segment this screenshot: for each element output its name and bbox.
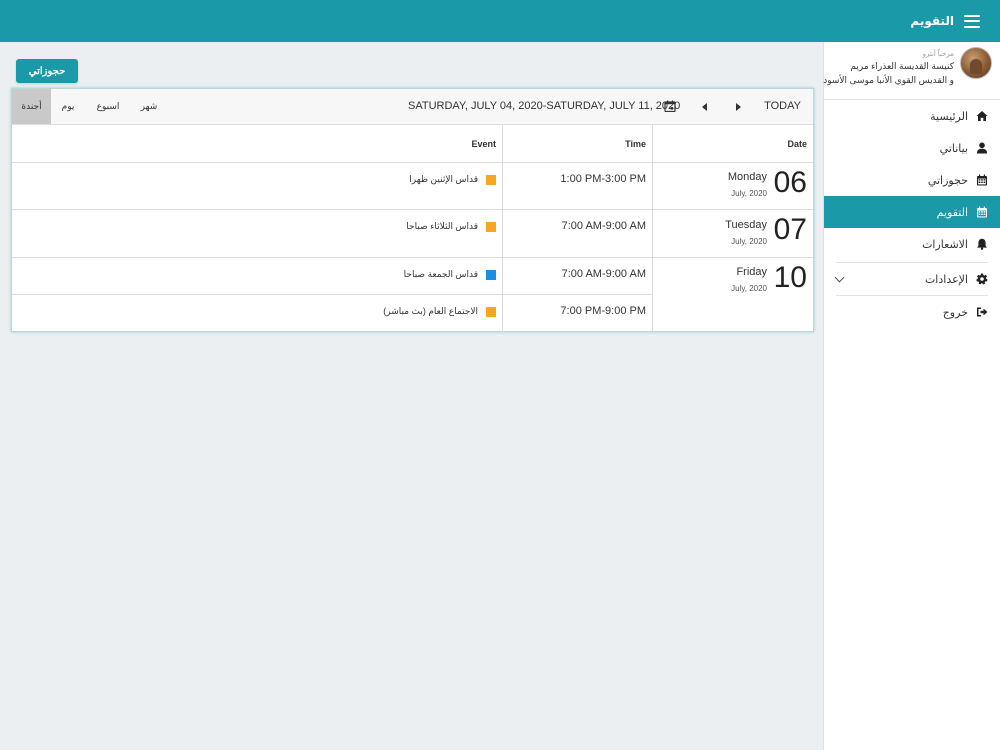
calendar-icon — [977, 174, 987, 186]
row-divider — [12, 257, 813, 258]
hamburger-menu-icon[interactable] — [964, 14, 980, 28]
date-range-label: SATURDAY, JULY 04, 2020-SATURDAY, JULY 1… — [408, 100, 681, 112]
sidebar-item-home[interactable]: الرئيسية — [824, 100, 1000, 132]
calendar-picker-icon[interactable] — [664, 100, 676, 112]
day-month: July, 2020 — [731, 189, 767, 198]
my-reservations-button[interactable]: حجوزاتي — [16, 59, 78, 83]
calendar-toolbar: أجندة يوم اسبوع شهر SATURDAY, JULY 04, 2… — [12, 89, 813, 125]
calendar-panel: أجندة يوم اسبوع شهر SATURDAY, JULY 04, 2… — [11, 88, 814, 332]
event-time: 1:00 PM-3:00 PM — [560, 173, 646, 185]
page-title: التقويم — [910, 14, 954, 28]
event-title[interactable]: قداس الإثنين ظهرا — [409, 174, 478, 185]
event-color-swatch — [486, 270, 496, 280]
day-month: July, 2020 — [731, 284, 767, 293]
welcome-text: مرحباً أنترو — [922, 51, 954, 58]
date-column-header: Date — [787, 138, 807, 149]
sidebar-item-label: الإعدادات — [924, 273, 968, 286]
event-color-swatch — [486, 175, 496, 185]
view-month-button[interactable]: شهر — [137, 89, 161, 124]
profile-card: مرحباً أنترو كنيسة القديسة العذراء مريم … — [823, 42, 1000, 100]
today-button[interactable]: TODAY — [764, 100, 801, 112]
view-agenda-button[interactable]: أجندة — [12, 89, 51, 124]
event-time: 7:00 PM-9:00 PM — [560, 305, 646, 317]
day-name: Monday — [727, 171, 767, 183]
bell-icon — [977, 238, 987, 250]
event-title[interactable]: قداس الثلاثاء صباحا — [406, 221, 478, 232]
previous-arrow-icon[interactable] — [702, 103, 707, 111]
avatar — [960, 47, 992, 79]
top-app-bar: التقويم — [0, 0, 1000, 42]
church-name-line2: و القديس القوي الأنبا موسى الأسود — [823, 75, 954, 85]
day-month: July, 2020 — [731, 237, 767, 246]
sidebar-item-profile[interactable]: بياناتي — [824, 132, 1000, 164]
event-color-swatch — [486, 307, 496, 317]
event-title[interactable]: الاجتماع العام (بث مباشر) — [383, 306, 478, 317]
app-title-wrap: التقويم — [910, 0, 980, 42]
event-time: 7:00 AM-9:00 AM — [561, 268, 646, 280]
day-number: 07 — [773, 213, 807, 246]
sidebar-item-label: حجوزاتي — [927, 174, 968, 187]
next-arrow-icon[interactable] — [736, 103, 741, 111]
day-name: Tuesday — [725, 219, 767, 231]
sidebar-nav: الرئيسية بياناتي حجوزاتي التقويم الاشعار… — [824, 100, 1000, 328]
row-divider — [12, 294, 652, 295]
event-color-swatch — [486, 222, 496, 232]
day-number: 10 — [773, 261, 807, 294]
sidebar-item-notifications[interactable]: الاشعارات — [824, 228, 1000, 260]
sign-out-icon — [977, 307, 988, 317]
sidebar-item-my-reservations[interactable]: حجوزاتي — [824, 164, 1000, 196]
row-divider — [12, 209, 813, 210]
day-number: 06 — [773, 166, 807, 199]
calendar-icon — [977, 206, 987, 218]
sidebar-item-label: بياناتي — [939, 142, 968, 155]
row-divider — [12, 162, 813, 163]
column-divider — [502, 125, 503, 332]
chevron-down-icon — [834, 272, 845, 283]
sidebar-item-label: الرئيسية — [930, 110, 968, 123]
time-column-header: Time — [625, 138, 646, 149]
view-week-button[interactable]: اسبوع — [92, 89, 124, 124]
event-title[interactable]: قداس الجمعة صباحا — [404, 269, 478, 280]
sidebar-item-label: التقويم — [936, 206, 968, 219]
home-icon — [976, 111, 988, 121]
view-day-button[interactable]: يوم — [56, 89, 80, 124]
column-divider — [652, 125, 653, 332]
event-column-header: Event — [471, 138, 496, 149]
church-name-line1: كنيسة القديسة العذراء مريم — [850, 61, 954, 71]
sidebar-item-label: خروج — [942, 306, 968, 319]
sidebar: مرحباً أنترو كنيسة القديسة العذراء مريم … — [823, 42, 1000, 750]
sidebar-item-logout[interactable]: خروج — [824, 296, 1000, 328]
event-time: 7:00 AM-9:00 AM — [561, 220, 646, 232]
sidebar-item-settings[interactable]: الإعدادات — [834, 262, 988, 296]
sidebar-item-calendar[interactable]: التقويم — [824, 196, 1000, 228]
user-icon — [977, 142, 987, 154]
day-name: Friday — [736, 266, 767, 278]
gear-icon — [976, 273, 988, 285]
sidebar-item-label: الاشعارات — [922, 238, 968, 251]
